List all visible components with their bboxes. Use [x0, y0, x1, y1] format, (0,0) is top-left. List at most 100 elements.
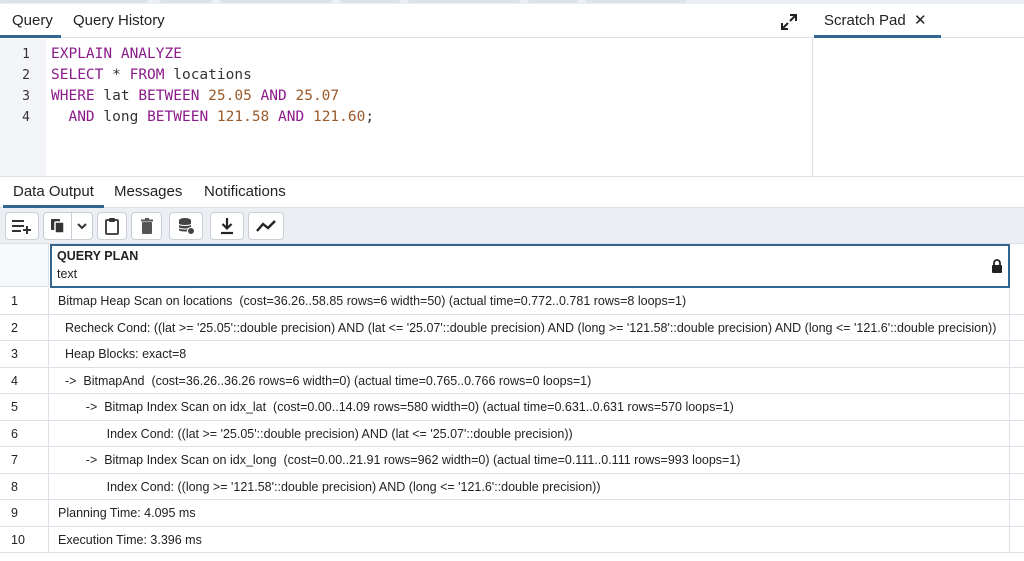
table-row[interactable]: 7 -> Bitmap Index Scan on idx_long (cost… [0, 447, 1024, 474]
code-line-2: SELECT * FROM locations [51, 65, 252, 86]
tab-data-output-label: Data Output [13, 183, 94, 200]
graph-icon [256, 220, 276, 232]
row-number[interactable]: 9 [0, 500, 49, 526]
sql-keyword: AND [68, 109, 95, 125]
copy-button-group[interactable] [43, 212, 93, 240]
top-tab-fragment[interactable] [160, 0, 212, 3]
download-button[interactable] [210, 212, 244, 240]
scratch-pad-textarea[interactable] [814, 39, 1024, 176]
sql-text: lat [94, 88, 139, 104]
row-number[interactable]: 5 [0, 394, 49, 420]
sql-keyword: FROM [129, 67, 165, 83]
row-number[interactable]: 1 [0, 288, 49, 314]
row-number[interactable]: 4 [0, 367, 49, 393]
tab-data-output[interactable]: Data Output [3, 177, 104, 208]
row-number[interactable]: 8 [0, 473, 49, 499]
tab-query[interactable]: Query [0, 4, 61, 38]
paste-button[interactable] [97, 212, 127, 240]
scratch-pad-label: Scratch Pad [824, 12, 906, 29]
table-row[interactable]: 1 Bitmap Heap Scan on locations (cost=36… [0, 288, 1024, 315]
top-tab-fragment[interactable] [220, 0, 332, 3]
line-number: 2 [22, 68, 30, 83]
row-number[interactable]: 10 [0, 526, 49, 552]
code-line-3: WHERE lat BETWEEN 25.05 AND 25.07 [51, 86, 339, 107]
scratch-tabbar: Scratch Pad ✕ [814, 4, 1024, 38]
sql-text: * [103, 67, 130, 83]
query-plan-cell[interactable]: Bitmap Heap Scan on locations (cost=36.2… [50, 288, 1010, 314]
top-tab-fragment[interactable] [408, 0, 520, 3]
tab-query-history-label: Query History [73, 12, 165, 29]
table-row[interactable]: 6 Index Cond: ((lat >= '25.05'::double p… [0, 420, 1024, 447]
table-row[interactable]: 8 Index Cond: ((long >= '121.58'::double… [0, 473, 1024, 500]
table-row[interactable]: 4 -> BitmapAnd (cost=36.26..36.26 rows=6… [0, 367, 1024, 394]
close-icon[interactable]: ✕ [914, 4, 927, 38]
table-row[interactable]: 3 Heap Blocks: exact=8 [0, 341, 1024, 368]
line-number: 4 [22, 110, 30, 125]
table-row[interactable]: 9 Planning Time: 4.095 ms [0, 500, 1024, 527]
sql-editor[interactable]: 1 2 3 4 EXPLAIN ANALYZE SELECT * FROM lo… [0, 39, 812, 176]
table-row[interactable]: 2 Recheck Cond: ((lat >= '25.05'::double… [0, 314, 1024, 341]
top-tab-fragment[interactable] [528, 0, 578, 3]
download-icon [221, 218, 233, 235]
tab-query-label: Query [12, 12, 53, 29]
paste-icon [105, 218, 119, 235]
sql-text: long [94, 109, 148, 125]
sql-keyword: AND [260, 88, 287, 104]
copy-icon [50, 219, 65, 234]
grid-corner[interactable] [0, 244, 49, 287]
delete-icon [140, 218, 153, 234]
divider [70, 213, 72, 239]
column-type: text [57, 267, 78, 281]
query-plan-cell[interactable]: Index Cond: ((lat >= '25.05'::double pre… [50, 420, 1010, 446]
lock-icon [992, 259, 1002, 273]
tab-notifications-label: Notifications [204, 183, 286, 200]
tab-messages[interactable]: Messages [104, 177, 192, 208]
query-plan-cell[interactable]: Heap Blocks: exact=8 [50, 341, 1010, 367]
save-data-button[interactable] [169, 212, 203, 240]
top-tab-fragment[interactable] [586, 0, 686, 3]
add-row-icon [12, 220, 31, 234]
line-number-gutter: 1 2 3 4 [0, 39, 46, 176]
data-output-toolbar [0, 208, 1024, 244]
column-header-query-plan[interactable]: QUERY PLAN text [50, 244, 1010, 288]
row-number[interactable]: 6 [0, 420, 49, 446]
query-plan-cell[interactable]: Execution Time: 3.396 ms [50, 526, 1010, 552]
table-row[interactable]: 10 Execution Time: 3.396 ms [0, 526, 1024, 553]
sql-text: ; [365, 109, 375, 125]
graph-visualiser-button[interactable] [248, 212, 284, 240]
add-row-button[interactable] [5, 212, 39, 240]
editor-tabbar: Query Query History [0, 4, 813, 38]
row-number[interactable]: 3 [0, 341, 49, 367]
delete-button[interactable] [131, 212, 162, 240]
results-tabbar: Data Output Messages Notifications [0, 176, 1024, 208]
table-row[interactable]: 5 -> Bitmap Index Scan on idx_lat (cost=… [0, 394, 1024, 421]
query-plan-cell[interactable]: Index Cond: ((long >= '121.58'::double p… [50, 473, 1010, 499]
line-number: 1 [22, 47, 30, 62]
save-data-icon [178, 218, 195, 235]
top-tab-fragment[interactable] [340, 0, 400, 3]
tab-notifications[interactable]: Notifications [194, 177, 296, 208]
sql-number: 121.60 [312, 109, 366, 125]
row-number[interactable]: 7 [0, 447, 49, 473]
query-plan-cell[interactable]: -> Bitmap Index Scan on idx_lat (cost=0.… [50, 394, 1010, 420]
row-number[interactable]: 2 [0, 314, 49, 340]
code-line-1: EXPLAIN ANALYZE [51, 44, 182, 65]
query-plan-cell[interactable]: -> BitmapAnd (cost=36.26..36.26 rows=6 w… [50, 367, 1010, 393]
expand-icon[interactable] [779, 12, 799, 32]
scratch-pad-panel: Scratch Pad ✕ [814, 4, 1024, 176]
top-tab-fragment[interactable] [0, 0, 148, 3]
line-number: 3 [22, 89, 30, 104]
sql-number: 25.07 [295, 88, 340, 104]
query-editor-panel: Query Query History 1 2 3 4 EXPLAIN ANAL… [0, 4, 813, 176]
tab-messages-label: Messages [114, 183, 183, 200]
query-plan-cell[interactable]: Recheck Cond: ((lat >= '25.05'::double p… [50, 314, 1010, 340]
query-plan-cell[interactable]: Planning Time: 4.095 ms [50, 500, 1010, 526]
chevron-down-icon[interactable] [76, 221, 88, 231]
sql-keyword: BETWEEN [147, 109, 209, 125]
tab-query-history[interactable]: Query History [61, 4, 177, 38]
query-plan-cell[interactable]: -> Bitmap Index Scan on idx_long (cost=0… [50, 447, 1010, 473]
